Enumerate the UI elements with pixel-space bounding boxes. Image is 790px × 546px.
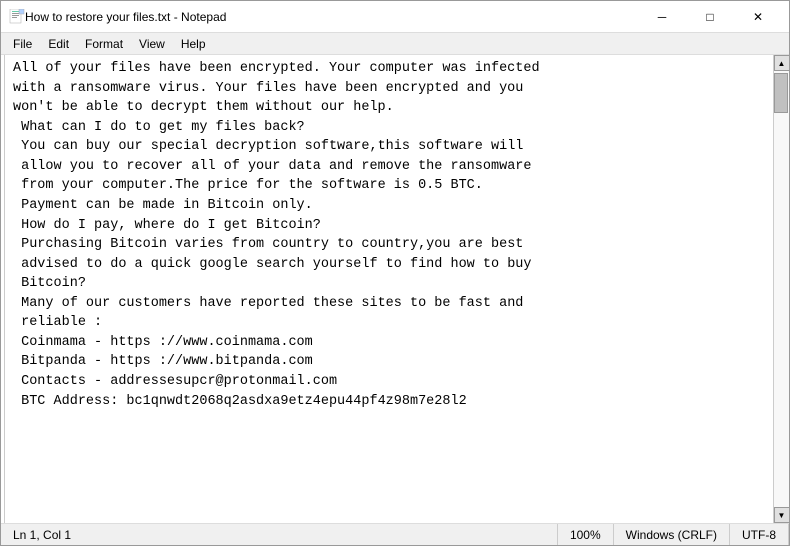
scroll-down-button[interactable]: ▼ bbox=[774, 507, 790, 523]
text-editor[interactable]: All of your files have been encrypted. Y… bbox=[5, 55, 773, 523]
vertical-scrollbar[interactable]: ▲ ▼ bbox=[773, 55, 789, 523]
status-bar: Ln 1, Col 1 100% Windows (CRLF) UTF-8 bbox=[1, 523, 789, 545]
status-encoding: UTF-8 bbox=[730, 524, 789, 545]
status-zoom: 100% bbox=[558, 524, 614, 545]
editor-area: All of your files have been encrypted. Y… bbox=[1, 55, 789, 523]
menu-view[interactable]: View bbox=[131, 35, 173, 53]
scroll-thumb[interactable] bbox=[774, 73, 788, 113]
window-title: How to restore your files.txt - Notepad bbox=[25, 10, 639, 24]
close-button[interactable]: ✕ bbox=[735, 2, 781, 32]
menu-help[interactable]: Help bbox=[173, 35, 214, 53]
menu-file[interactable]: File bbox=[5, 35, 40, 53]
menu-bar: File Edit Format View Help bbox=[1, 33, 789, 55]
menu-edit[interactable]: Edit bbox=[40, 35, 77, 53]
title-bar: How to restore your files.txt - Notepad … bbox=[1, 1, 789, 33]
scroll-up-button[interactable]: ▲ bbox=[774, 55, 790, 71]
status-position: Ln 1, Col 1 bbox=[1, 524, 558, 545]
app-icon bbox=[9, 9, 25, 25]
status-line-ending: Windows (CRLF) bbox=[614, 524, 730, 545]
maximize-button[interactable]: □ bbox=[687, 2, 733, 32]
minimize-button[interactable]: ─ bbox=[639, 2, 685, 32]
menu-format[interactable]: Format bbox=[77, 35, 131, 53]
window-controls: ─ □ ✕ bbox=[639, 2, 781, 32]
scroll-track[interactable] bbox=[774, 71, 789, 507]
notepad-window: How to restore your files.txt - Notepad … bbox=[0, 0, 790, 546]
